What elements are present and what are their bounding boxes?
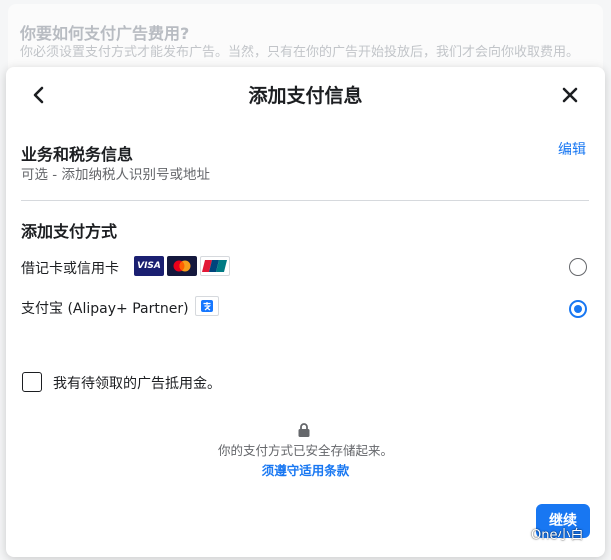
close-icon [562,87,578,103]
close-button[interactable] [559,84,581,106]
card-method-radio[interactable] [569,258,587,276]
lock-icon [298,423,310,437]
divider [21,200,589,201]
alipay-logo [195,296,219,316]
terms-link[interactable]: 须遵守适用条款 [6,460,605,479]
background-description: 你必须设置支付方式才能发布广告。当然，只有在你的广告开始投放后，我们才会向你收取… [20,45,580,60]
payment-method-title: 添加支付方式 [21,222,118,241]
watermark: One小白 [505,522,583,544]
business-tax-title: 业务和税务信息 [21,145,134,164]
background-title: 你要如何支付广告费用? [20,24,190,43]
wechat-icon [505,525,527,541]
business-tax-subtitle: 可选 - 添加纳税人识别号或地址 [21,167,210,183]
ad-credit-label: 我有待领取的广告抵用金。 [53,376,221,392]
watermark-text: One小白 [531,527,584,543]
modal-title: 添加支付信息 [248,85,363,107]
card-method-label: 借记卡或信用卡 [21,261,119,277]
secure-storage-text: 你的支付方式已安全存储起来。 [217,443,393,458]
edit-link[interactable]: 编辑 [558,139,586,159]
mastercard-logo [167,256,197,276]
alipay-method-radio[interactable] [569,300,587,318]
alipay-method-label: 支付宝 (Alipay+ Partner) [21,301,189,317]
unionpay-logo [200,256,230,276]
add-payment-modal: 添加支付信息 业务和税务信息 可选 - 添加纳税人识别号或地址 编辑 添加支付方… [6,67,605,557]
visa-logo: VISA [134,256,164,276]
ad-credit-checkbox[interactable] [22,372,42,392]
